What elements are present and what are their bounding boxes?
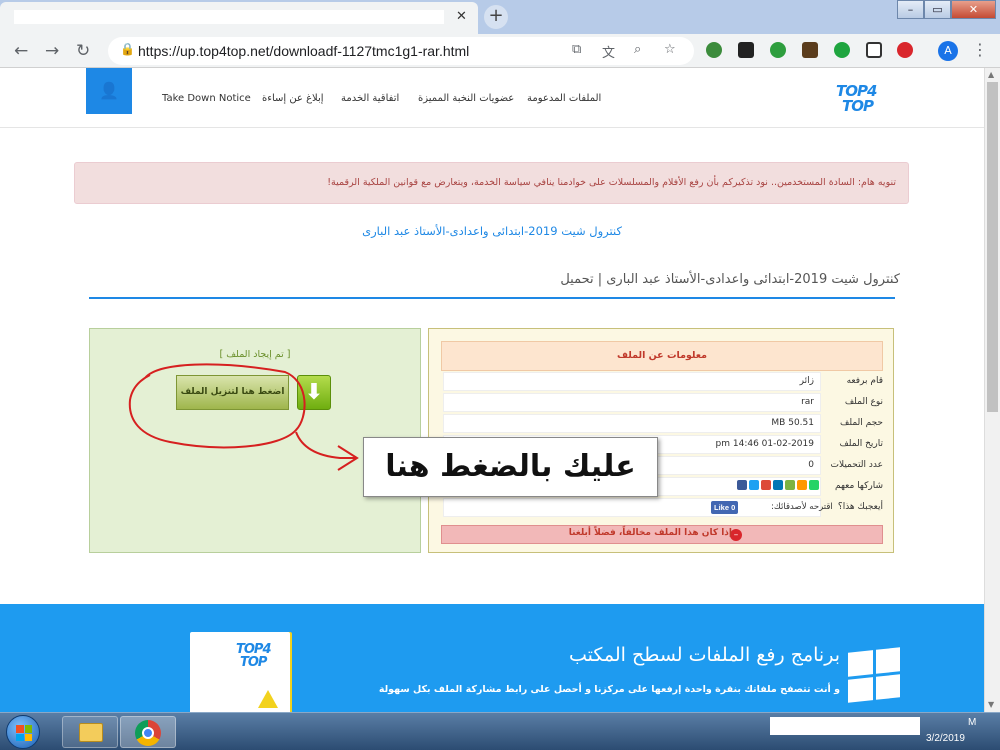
chrome-icon — [135, 720, 161, 746]
page-title: كنترول شيت 2019-ابتدائى واعدادى-الأستاذ … — [560, 272, 900, 287]
close-tab-icon[interactable]: ✕ — [456, 9, 467, 24]
info-label: عدد التحميلات — [830, 460, 884, 470]
download-button[interactable]: اضغط هنا لتنزيل الملف — [176, 375, 289, 410]
warning-notice: تنويه هام: السادة المستخدمين.. نود تذكير… — [74, 162, 909, 204]
windows-flag-icon — [16, 725, 32, 741]
maximize-button[interactable]: ▭ — [924, 0, 951, 19]
report-bar[interactable]: – إذا كان هذا الملف مخالفاً، فضلاً أبلغن… — [441, 525, 883, 544]
info-label: أيعجبك هذا؟ — [837, 502, 883, 512]
nav-take-down[interactable]: Take Down Notice — [162, 93, 251, 104]
star-icon[interactable]: ☆ — [664, 42, 676, 57]
system-tray-redacted — [770, 717, 920, 735]
browser-menu-icon[interactable]: ⋮ — [972, 40, 988, 59]
info-value: rar — [443, 393, 821, 412]
nav-supported-files[interactable]: الملفات المدعومة — [527, 93, 601, 104]
page-scrollbar[interactable]: ▲ ▼ — [984, 68, 1000, 712]
ext-box-icon[interactable] — [738, 42, 754, 58]
info-label: نوع الملف — [844, 397, 883, 407]
rss-share-icon[interactable] — [797, 480, 807, 490]
scroll-up-icon[interactable]: ▲ — [988, 70, 994, 79]
user-icon: 👤 — [99, 81, 119, 100]
info-value: زائر — [443, 372, 821, 391]
ext-x-icon[interactable] — [866, 42, 882, 58]
app-box-image: TOP4 TOP — [190, 632, 290, 712]
facebook-like-button[interactable]: Like 0 — [711, 501, 739, 514]
taskbar-explorer[interactable] — [62, 716, 118, 748]
zoom-icon[interactable]: ⌕ — [634, 42, 641, 57]
linkedin-share-icon[interactable] — [773, 480, 783, 490]
close-window-button[interactable]: ✕ — [951, 0, 996, 19]
clock-time[interactable]: M — [968, 717, 976, 728]
tab-title-redacted — [14, 10, 444, 24]
annotation-callout: عليك بالضغط هنا — [363, 437, 658, 497]
suggest-label: اقترحه لأصدقائك: — [771, 502, 833, 512]
forward-icon[interactable]: → — [45, 41, 59, 61]
scroll-down-icon[interactable]: ▼ — [988, 700, 994, 709]
site-header: 👤 Take Down Notice إبلاغ عن إساءة اتفاقي… — [0, 68, 984, 128]
nav-service-agreement[interactable]: اتفاقية الخدمة — [341, 93, 399, 104]
report-text[interactable]: إذا كان هذا الملف مخالفاً، فضلاً أبلغنا — [569, 528, 732, 538]
translate-icon[interactable]: 文 — [602, 42, 615, 61]
facebook-share-icon[interactable] — [737, 480, 747, 490]
info-label: شاركها معهم — [835, 481, 883, 491]
info-row-like: Like 0 اقترحه لأصدقائك: أيعجبك هذا؟ — [443, 498, 883, 517]
new-tab-button[interactable]: + — [484, 5, 508, 29]
banner-title: برنامج رفع الملفات لسطح المكتب — [569, 644, 840, 666]
ext-plus-icon[interactable] — [770, 42, 786, 58]
info-row-size: MB 50.51 حجم الملف — [443, 414, 883, 433]
nav-report-abuse[interactable]: إبلاغ عن إساءة — [262, 93, 324, 104]
download-arrow-icon[interactable]: ⬇ — [297, 375, 331, 410]
taskbar-chrome[interactable] — [120, 716, 176, 748]
ext-circle-icon[interactable] — [834, 42, 850, 58]
browser-toolbar: ← → ↻ 🔒 https://up.top4top.net/downloadf… — [0, 34, 1000, 68]
blocked-popup-icon[interactable]: ⧉ — [572, 42, 581, 57]
file-info-header: معلومات عن الملف — [441, 341, 883, 371]
whatsapp-share-icon[interactable] — [809, 480, 819, 490]
start-button[interactable] — [6, 715, 40, 749]
banner-subtitle: و أنت تتصفح ملفاتك بنقرة واحدة إرفعها عل… — [378, 684, 840, 695]
ext-red-icon[interactable] — [897, 42, 913, 58]
file-found-label: [ تم إيجاد الملف ] — [219, 349, 291, 360]
scroll-thumb[interactable] — [987, 82, 998, 412]
user-button[interactable]: 👤 — [86, 68, 132, 114]
info-value: MB 50.51 — [443, 414, 821, 433]
windows-logo-icon — [848, 647, 900, 703]
folder-icon — [79, 723, 103, 742]
file-link-title[interactable]: كنترول شيت 2019-ابتدائى واعدادى-الأستاذ … — [0, 224, 984, 238]
windows-taskbar: M 3/2/2019 — [0, 712, 1000, 750]
google-share-icon[interactable] — [761, 480, 771, 490]
twitter-share-icon[interactable] — [749, 480, 759, 490]
annotation-text: عليك بالضغط هنا — [385, 449, 636, 484]
browser-tab[interactable]: ✕ — [0, 2, 478, 34]
nav-elite-membership[interactable]: عضويات النخبة المميزة — [418, 93, 514, 104]
title-divider — [89, 297, 895, 299]
back-icon[interactable]: ← — [14, 41, 28, 61]
clock-date[interactable]: 3/2/2019 — [926, 733, 965, 744]
lock-icon[interactable]: 🔒 — [120, 42, 135, 56]
desktop-app-banner: TOP4 TOP برنامج رفع الملفات لسطح المكتب … — [0, 604, 984, 712]
url-text[interactable]: https://up.top4top.net/downloadf-1127tmc… — [138, 43, 469, 59]
profile-avatar[interactable]: A — [938, 41, 958, 61]
ext-green-icon[interactable] — [706, 42, 722, 58]
info-label: حجم الملف — [840, 418, 883, 428]
info-label: قام برفعه — [846, 376, 883, 386]
info-row-uploader: زائر قام برفعه — [443, 372, 883, 391]
minimize-button[interactable]: – — [897, 0, 924, 19]
share-icons — [737, 480, 819, 490]
site-logo[interactable]: TOP4 TOP — [836, 82, 888, 116]
notice-text: تنويه هام: السادة المستخدمين.. نود تذكير… — [327, 177, 896, 188]
reload-icon[interactable]: ↻ — [76, 41, 90, 61]
info-value — [443, 498, 821, 517]
ext-film-icon[interactable] — [802, 42, 818, 58]
android-share-icon[interactable] — [785, 480, 795, 490]
address-bar[interactable]: 🔒 https://up.top4top.net/downloadf-1127t… — [108, 37, 694, 65]
info-label: تاريخ الملف — [839, 439, 883, 449]
tab-strip: ✕ + – ▭ ✕ — [0, 0, 1000, 34]
window-controls: – ▭ ✕ — [897, 0, 996, 19]
info-row-type: rar نوع الملف — [443, 393, 883, 412]
